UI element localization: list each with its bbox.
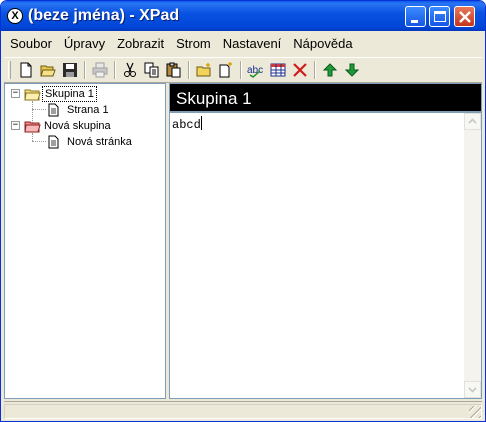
open-folder-icon <box>40 65 56 77</box>
save-button[interactable] <box>59 59 81 81</box>
vertical-scrollbar[interactable] <box>464 113 481 398</box>
app-icon[interactable]: X <box>7 8 23 24</box>
tree-connector <box>32 109 46 110</box>
minimize-icon <box>411 20 418 23</box>
spell-check-button[interactable]: abc <box>245 59 267 81</box>
new-file-button[interactable] <box>15 59 37 81</box>
tree-item-nova-stranka[interactable]: Nová stránka <box>47 134 134 150</box>
print-icon <box>92 62 108 78</box>
tree-collapse-toggle[interactable]: − <box>11 121 20 130</box>
new-page-button[interactable] <box>215 59 237 81</box>
folder-open-icon <box>24 121 41 133</box>
toolbar-separator <box>114 61 116 79</box>
tree-item-label: Strana 1 <box>67 104 109 116</box>
title-bar[interactable]: X (beze jména) - XPad <box>1 1 485 31</box>
open-button[interactable] <box>37 59 59 81</box>
menu-upravy[interactable]: Úpravy <box>58 34 111 54</box>
chevron-up-icon <box>468 118 477 124</box>
toolbar-separator <box>188 61 190 79</box>
app-window: X (beze jména) - XPad Soubor Úpravy Zobr… <box>0 0 486 422</box>
tree-item-label: Nová stránka <box>67 136 132 148</box>
toolbar-grip[interactable] <box>8 61 11 79</box>
delete-button[interactable] <box>289 59 311 81</box>
text-caret <box>200 116 202 130</box>
menu-zobrazit[interactable]: Zobrazit <box>111 34 170 54</box>
scroll-down-button[interactable] <box>464 381 481 398</box>
editor-content[interactable]: abcd <box>172 116 202 133</box>
copy-button[interactable] <box>141 59 163 81</box>
menu-bar: Soubor Úpravy Zobrazit Strom Nastavení N… <box>4 33 482 55</box>
toolbar: abc <box>4 57 482 83</box>
new-file-icon <box>20 62 32 78</box>
paste-button[interactable] <box>163 59 185 81</box>
status-bar <box>4 401 482 419</box>
table-button[interactable] <box>267 59 289 81</box>
maximize-button[interactable] <box>429 6 450 27</box>
scroll-up-button[interactable] <box>464 113 481 130</box>
chevron-down-icon <box>468 387 477 393</box>
menu-strom[interactable]: Strom <box>170 34 217 54</box>
tree-connector <box>32 133 33 141</box>
resize-grip[interactable] <box>469 406 481 418</box>
move-up-icon <box>322 63 338 77</box>
page-icon <box>48 135 59 149</box>
close-button[interactable] <box>454 6 475 27</box>
new-group-button[interactable] <box>193 59 215 81</box>
menu-nastaveni[interactable]: Nastavení <box>217 34 288 54</box>
tree-item-label: Nová skupina <box>44 120 111 132</box>
cut-button[interactable] <box>119 59 141 81</box>
paste-icon <box>166 62 181 78</box>
table-icon <box>270 63 286 77</box>
page-icon <box>48 103 59 117</box>
toolbar-separator <box>240 61 242 79</box>
tree-connector <box>32 141 46 142</box>
maximize-icon <box>434 11 446 22</box>
tree-view[interactable]: − Skupina 1 Strana 1 − Nová skupina Nová… <box>4 83 166 399</box>
tree-item-label: Skupina 1 <box>42 86 97 102</box>
cut-icon <box>124 62 136 77</box>
folder-open-icon <box>24 89 41 101</box>
copy-icon <box>144 62 159 78</box>
status-panel <box>4 404 482 419</box>
new-group-icon <box>196 63 211 77</box>
close-icon <box>459 11 471 23</box>
window-title: (beze jména) - XPad <box>28 7 180 24</box>
move-down-button[interactable] <box>341 59 363 81</box>
move-up-button[interactable] <box>319 59 341 81</box>
spell-check-icon: abc <box>247 65 263 78</box>
toolbar-separator <box>84 61 86 79</box>
tree-item-strana-1[interactable]: Strana 1 <box>47 102 111 118</box>
move-down-icon <box>344 63 360 77</box>
tree-item-nova-skupina[interactable]: Nová skupina <box>24 118 113 134</box>
delete-icon <box>293 63 307 77</box>
tree-collapse-toggle[interactable]: − <box>11 89 20 98</box>
minimize-button[interactable] <box>405 6 426 27</box>
menu-napoveda[interactable]: Nápověda <box>287 34 358 54</box>
page-title: Skupina 1 <box>169 83 482 112</box>
new-page-icon <box>219 62 232 78</box>
print-button[interactable] <box>89 59 111 81</box>
menu-soubor[interactable]: Soubor <box>4 34 58 54</box>
toolbar-separator <box>314 61 316 79</box>
tree-item-skupina-1[interactable]: Skupina 1 <box>24 86 97 102</box>
text-editor[interactable]: abcd <box>169 112 482 399</box>
save-icon <box>63 63 77 77</box>
